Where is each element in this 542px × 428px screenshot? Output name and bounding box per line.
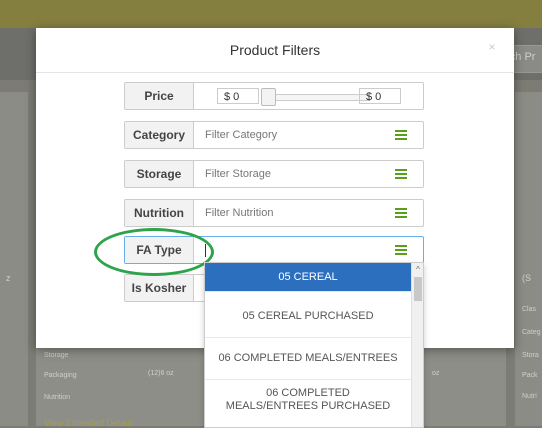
top-bar [0,0,542,28]
divider [205,291,411,292]
hamburger-icon[interactable] [395,245,407,255]
category-filter-row: Category Filter Category [124,121,424,149]
price-slider-handle[interactable] [261,88,276,106]
card-mid-value: oz [432,370,440,377]
dropdown-option-05-cereal[interactable]: 05 CEREAL [205,263,411,291]
storage-filter-input[interactable]: Filter Storage [205,161,271,187]
right-label-3: Pack [522,372,538,379]
dropdown-option-06-completed-meals[interactable]: 06 COMPLETED MEALS/ENTREES [205,343,411,373]
divider [205,379,411,380]
storage-filter-row: Storage Filter Storage [124,160,424,188]
view-details-link[interactable]: View Extended Details [44,418,134,428]
fa-type-dropdown: 05 CEREAL 05 CEREAL PURCHASED 06 COMPLET… [204,262,424,428]
dropdown-scrollbar[interactable]: ^ [411,263,423,427]
scrollbar-thumb[interactable] [414,277,422,301]
highlight-ellipse [94,228,214,276]
right-label-4: Nutri [522,393,537,400]
dropdown-option-05-cereal-purchased[interactable]: 05 CEREAL PURCHASED [205,301,411,331]
nutrition-label: Nutrition [125,200,194,226]
price-filter-row: Price $ 0 $ 0 [124,82,424,110]
right-label-2: Stora [522,352,539,359]
price-min-input[interactable]: $ 0 [217,88,259,104]
hamburger-icon[interactable] [395,130,407,140]
modal-header: Product Filters × [36,28,514,73]
close-icon[interactable]: × [484,40,500,56]
left-product-panel [0,92,28,426]
category-label: Category [125,122,194,148]
price-label: Price [125,83,194,109]
modal-title: Product Filters [229,42,321,58]
category-filter-input[interactable]: Filter Category [205,122,277,148]
hamburger-icon[interactable] [395,169,407,179]
nutrition-filter-input[interactable]: Filter Nutrition [205,200,273,226]
right-label-1: Categ [522,329,541,336]
nutrition-filter-row: Nutrition Filter Nutrition [124,199,424,227]
right-label-0: Clas [522,306,537,313]
divider [205,337,411,338]
hamburger-icon[interactable] [395,208,407,218]
left-edge-text: z [6,273,11,283]
dropdown-option-06-completed-meals-purchased[interactable]: 06 COMPLETED MEALS/ENTREES PURCHASED [205,387,411,421]
card-packaging-value: (12)6 oz [148,370,174,377]
kosher-label: Is Kosher [125,275,194,301]
scroll-up-icon[interactable]: ^ [412,265,423,274]
card-label-storage: Storage [44,352,69,359]
price-slider-track[interactable] [269,94,369,101]
price-max-input[interactable]: $ 0 [359,88,401,104]
right-header-text: (S [522,273,531,283]
card-label-packaging: Packaging [44,372,77,379]
card-label-nutrition: Nutrition [44,394,71,401]
storage-label: Storage [125,161,194,187]
